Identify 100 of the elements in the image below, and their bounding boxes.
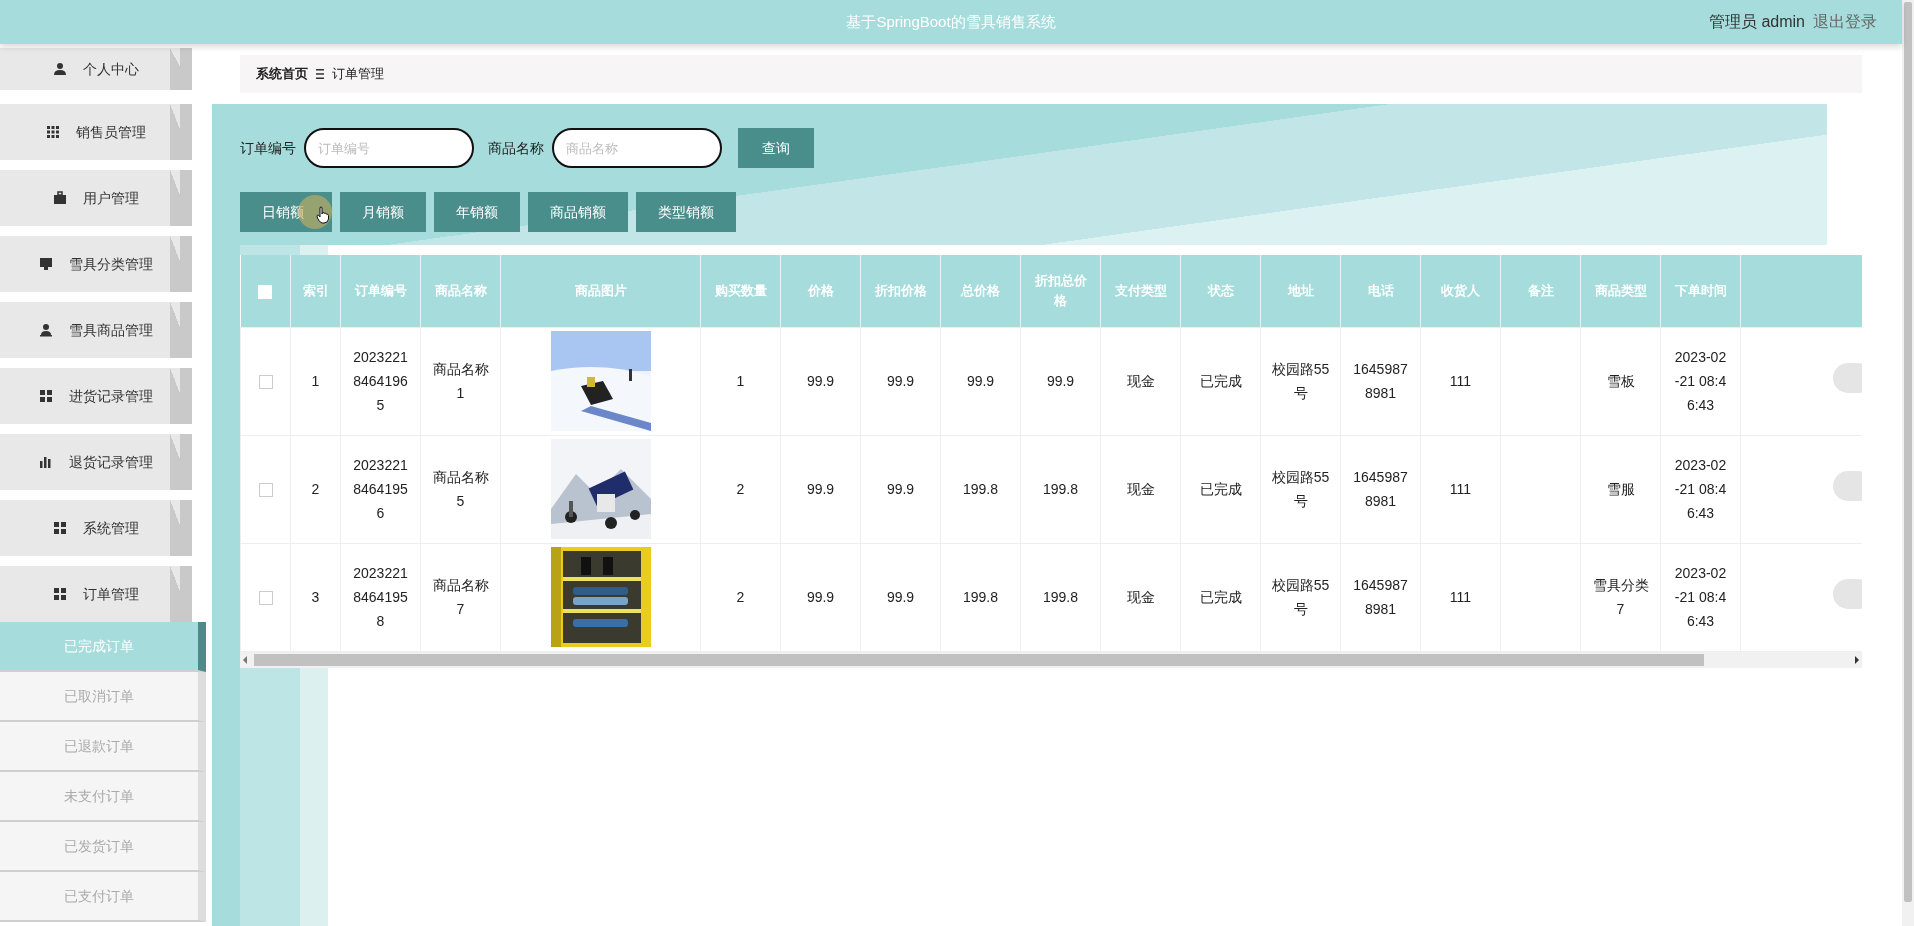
sidebar-item[interactable]: 系统管理 bbox=[0, 500, 192, 556]
table-cell-text: 现金 bbox=[1126, 480, 1155, 499]
table-cell-text: 校园路55号 bbox=[1271, 360, 1330, 403]
table-cell-text: 99.9 bbox=[806, 588, 835, 607]
report-button[interactable]: 年销额 bbox=[434, 192, 520, 232]
table-cell-text: 2023-02-21 08:46:43 bbox=[1673, 348, 1728, 415]
table-cell-text: 202322184641956 bbox=[352, 456, 409, 523]
report-button[interactable]: 商品销额 bbox=[528, 192, 628, 232]
bar-chart-icon bbox=[39, 455, 53, 469]
tiles-icon bbox=[53, 587, 67, 601]
table-cell-text: 16459878981 bbox=[1352, 468, 1409, 511]
table-cell-text: 已完成 bbox=[1199, 372, 1242, 391]
scroll-right-icon[interactable] bbox=[1852, 654, 1862, 665]
sidebar-item[interactable]: 雪具分类管理 bbox=[0, 236, 192, 292]
table-cell-text: 99.9 bbox=[806, 480, 835, 499]
page-scrollbar[interactable] bbox=[1902, 0, 1914, 926]
column-header[interactable]: 折扣总价格 bbox=[1020, 255, 1101, 327]
table-cell-text: 16459878981 bbox=[1352, 360, 1409, 403]
breadcrumb-item: 订单管理 bbox=[332, 65, 384, 84]
table-cell-text: 2 bbox=[736, 480, 745, 499]
tiles-icon bbox=[39, 389, 53, 403]
table-cell-text: 99.9 bbox=[1046, 372, 1075, 391]
table-cell-text: 校园路55号 bbox=[1271, 576, 1330, 619]
row-checkbox[interactable] bbox=[258, 375, 273, 390]
submenu-item[interactable]: 已退款订单 bbox=[0, 722, 206, 772]
table-cell-text: 现金 bbox=[1126, 372, 1155, 391]
table-cell-text: 111 bbox=[1449, 588, 1472, 607]
table-cell-text: 3 bbox=[311, 588, 320, 607]
column-header[interactable]: 下单时间 bbox=[1660, 255, 1741, 327]
column-header[interactable]: 订单编号 bbox=[340, 255, 421, 327]
table-cell-text: 2 bbox=[311, 480, 320, 499]
table-cell-text: 199.8 bbox=[962, 480, 998, 499]
column-header[interactable]: 备注 bbox=[1500, 255, 1581, 327]
select-all-checkbox[interactable] bbox=[258, 284, 273, 299]
table-cell-text: 99.9 bbox=[886, 480, 915, 499]
table-cell-text: 199.8 bbox=[1042, 588, 1078, 607]
column-header[interactable]: 商品名称 bbox=[420, 255, 501, 327]
table-cell-text: 2 bbox=[736, 588, 745, 607]
table-cell-text: 1 bbox=[311, 372, 320, 391]
sidebar-item[interactable]: 退货记录管理 bbox=[0, 434, 192, 490]
table-cell-text: 雪具分类7 bbox=[1591, 576, 1650, 619]
submenu-item[interactable]: 已取消订单 bbox=[0, 672, 206, 722]
submenu-item[interactable]: 已支付订单 bbox=[0, 872, 206, 922]
sidebar-item[interactable]: 用户管理 bbox=[0, 170, 192, 226]
table-cell-text: 199.8 bbox=[1042, 480, 1078, 499]
submenu-item[interactable]: 未支付订单 bbox=[0, 772, 206, 822]
field-label: 订单编号 bbox=[240, 138, 296, 158]
table-cell-text: 99.9 bbox=[886, 372, 915, 391]
column-header[interactable]: 总价格 bbox=[940, 255, 1021, 327]
field-label: 商品名称 bbox=[488, 138, 544, 158]
column-header[interactable]: 商品类型 bbox=[1580, 255, 1661, 327]
logout-link[interactable]: 退出登录 bbox=[1813, 10, 1877, 34]
system-title: 基于SpringBoot的雪具销售系统 bbox=[846, 12, 1056, 30]
monitor-icon bbox=[39, 257, 53, 271]
table-cell-text: 99.9 bbox=[886, 588, 915, 607]
column-header[interactable]: 支付类型 bbox=[1100, 255, 1181, 327]
table-cell-text: 已完成 bbox=[1199, 588, 1242, 607]
column-header[interactable]: 地址 bbox=[1260, 255, 1341, 327]
sidebar-item[interactable]: 个人中心 bbox=[0, 48, 192, 90]
breadcrumb-item[interactable]: 系统首页 bbox=[256, 64, 308, 84]
search-field[interactable]: 订单编号 bbox=[304, 128, 474, 168]
action-button[interactable] bbox=[1832, 578, 1862, 609]
tiles-icon bbox=[53, 521, 67, 535]
row-checkbox[interactable] bbox=[258, 591, 273, 606]
action-button[interactable] bbox=[1832, 470, 1862, 501]
sidebar-item[interactable]: 进货记录管理 bbox=[0, 368, 192, 424]
row-checkbox[interactable] bbox=[258, 483, 273, 498]
action-button[interactable] bbox=[1832, 362, 1862, 393]
table-cell-text: 现金 bbox=[1126, 588, 1155, 607]
report-button[interactable]: 月销额 bbox=[340, 192, 426, 232]
column-header[interactable]: 折扣价格 bbox=[860, 255, 941, 327]
column-header[interactable]: 收货人 bbox=[1420, 255, 1501, 327]
table-cell-text: 商品名称7 bbox=[431, 576, 490, 619]
column-header[interactable]: 电话 bbox=[1340, 255, 1421, 327]
table-cell-text: 雪板 bbox=[1606, 372, 1635, 391]
column-header[interactable]: 价格 bbox=[780, 255, 861, 327]
table-cell-text: 202322184641965 bbox=[352, 348, 409, 415]
search-button[interactable]: 查询 bbox=[738, 128, 814, 168]
column-header[interactable]: 购买数量 bbox=[700, 255, 781, 327]
table-cell-text: 2023-02-21 08:46:43 bbox=[1673, 564, 1728, 631]
column-header[interactable]: 商品图片 bbox=[500, 255, 701, 327]
submenu-item[interactable]: 已完成订单 bbox=[0, 622, 206, 672]
column-header[interactable]: 状态 bbox=[1180, 255, 1261, 327]
report-button[interactable]: 日销额 bbox=[240, 192, 332, 232]
search-field[interactable]: 商品名称 bbox=[552, 128, 722, 168]
table-cell-text: 202322184641958 bbox=[352, 564, 409, 631]
user-icon bbox=[53, 62, 67, 76]
hand-cursor-icon bbox=[316, 206, 330, 224]
report-button[interactable]: 类型销额 bbox=[636, 192, 736, 232]
table-cell-text: 商品名称5 bbox=[431, 468, 490, 511]
submenu-item[interactable]: 已发货订单 bbox=[0, 822, 206, 872]
table-cell-text: 99.9 bbox=[806, 372, 835, 391]
column-header[interactable]: 索引 bbox=[290, 255, 341, 327]
table-cell-text: 2023-02-21 08:46:43 bbox=[1673, 456, 1728, 523]
person-icon bbox=[39, 323, 53, 337]
table-cell-text: 99.9 bbox=[966, 372, 995, 391]
sidebar-item[interactable]: 雪具商品管理 bbox=[0, 302, 192, 358]
table-cell-text: 1 bbox=[736, 372, 745, 391]
sidebar-item[interactable]: 销售员管理 bbox=[0, 104, 192, 160]
sidebar-item[interactable]: 订单管理 bbox=[0, 566, 192, 622]
